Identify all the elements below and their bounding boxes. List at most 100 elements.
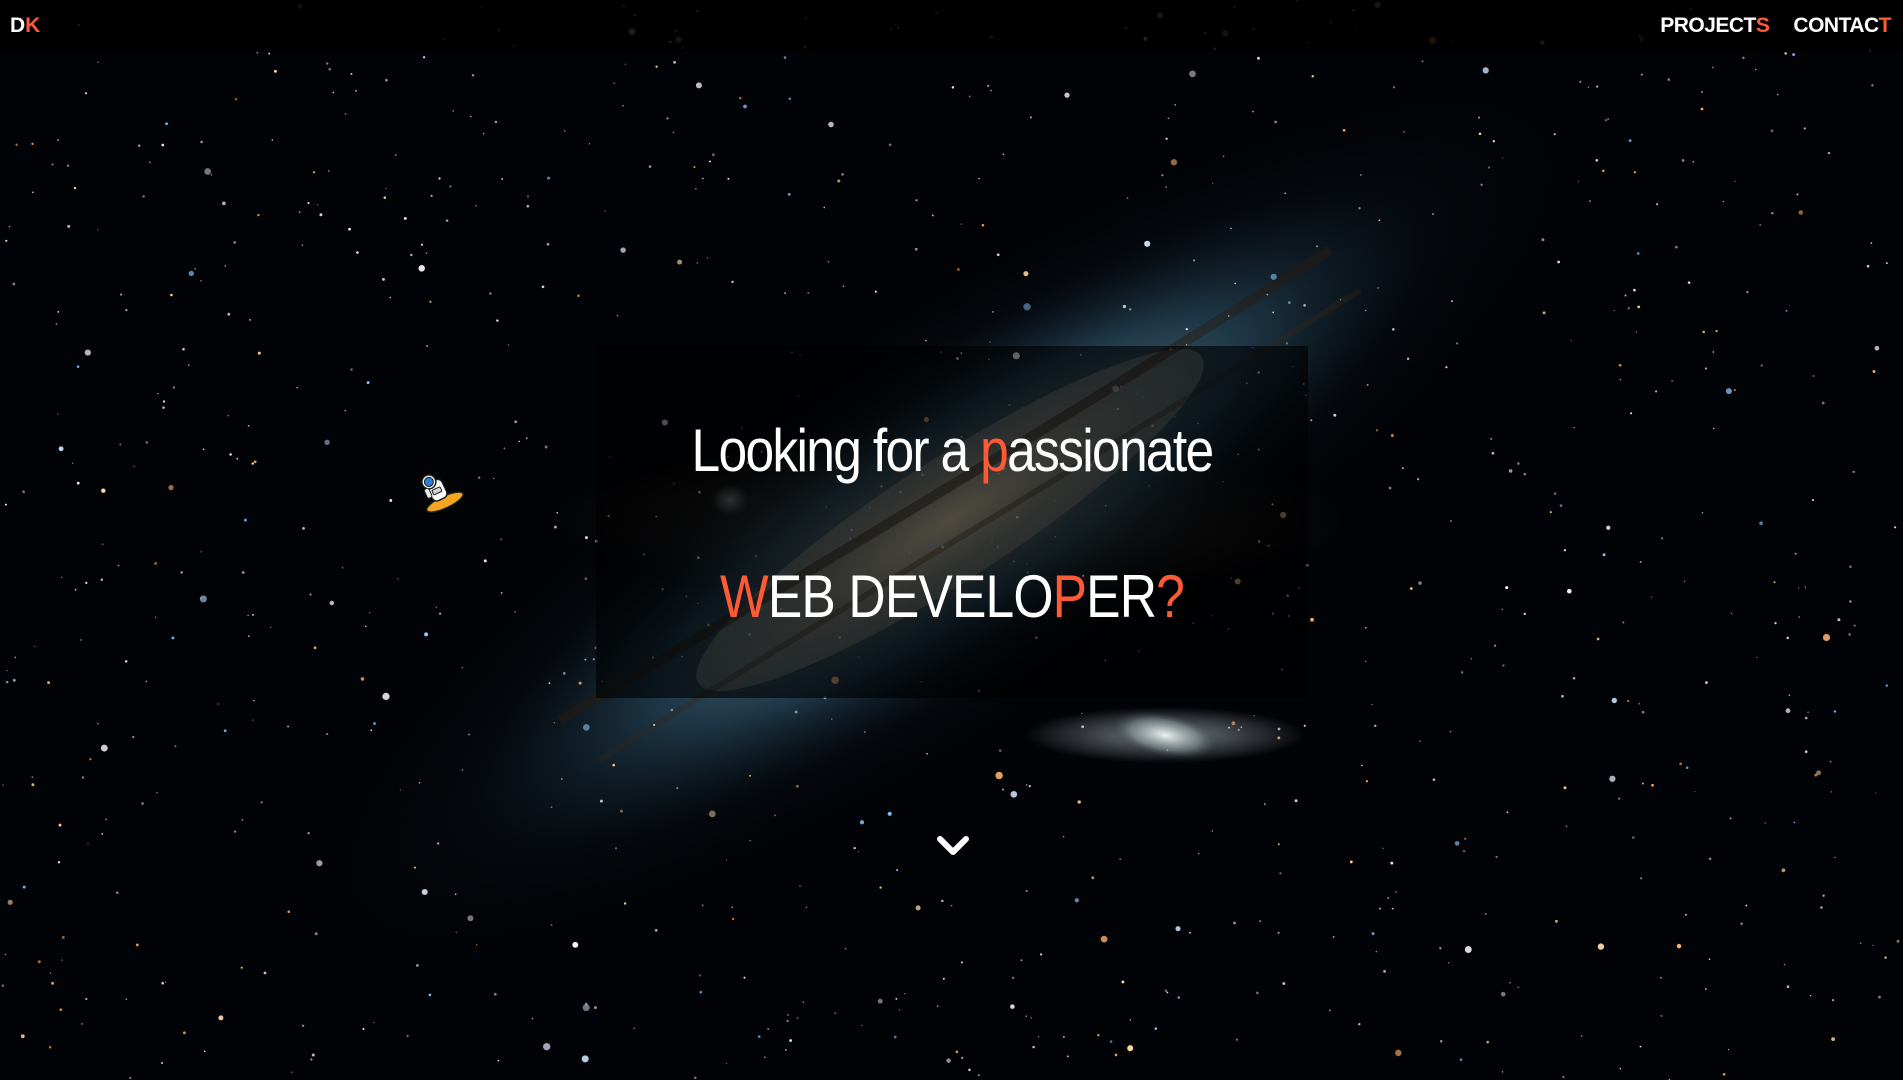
star [310,1058,313,1061]
star [991,310,994,313]
star [767,1028,770,1031]
star [834,1012,837,1015]
star [1627,306,1631,310]
star [364,625,367,628]
star [1233,921,1236,925]
star [8,225,11,228]
star [1692,160,1695,163]
star [455,931,457,934]
star [307,831,310,835]
star [468,733,470,736]
star [119,443,122,446]
star [981,223,985,227]
star [217,703,219,705]
star [1166,991,1169,994]
star [548,682,551,685]
star [1020,959,1023,962]
logo[interactable]: DK [10,14,40,38]
hero-headline-accent: p [980,417,1009,484]
star [241,818,244,821]
star [227,312,231,316]
star [731,906,734,909]
star [132,735,135,739]
star [350,72,353,75]
star [251,462,254,465]
star [796,784,799,788]
star [726,1062,728,1064]
star [1174,103,1177,106]
star [1734,180,1736,183]
star [1391,328,1395,331]
star [31,776,34,779]
star [1222,155,1225,158]
star [385,187,387,190]
star [5,239,8,242]
star [987,84,990,87]
nav-link-contact[interactable]: CONTACT [1793,14,1891,38]
star [1395,891,1397,893]
star [1464,837,1466,840]
star [783,56,787,59]
star [497,1059,500,1062]
star [397,578,399,580]
star [546,242,550,246]
star [415,963,419,967]
star [20,1034,25,1039]
star [859,820,865,825]
star [51,981,55,985]
star [1360,174,1362,176]
star [1704,988,1707,990]
star [1875,792,1877,794]
star [324,439,330,445]
star [857,850,860,853]
star [787,193,791,196]
star [1700,107,1704,111]
star [233,830,237,833]
star [1501,1071,1504,1073]
star [915,199,918,202]
star [1028,784,1031,788]
star [1541,238,1545,242]
star [57,413,59,415]
star [229,453,232,456]
star [599,799,603,803]
star [1712,351,1715,353]
star [1228,726,1230,729]
star [1572,676,1576,680]
star [1164,989,1168,993]
star [210,174,213,176]
hero-title-text-1: EB DEVELO [767,563,1054,630]
star [1627,699,1630,703]
star [243,518,247,522]
nav-link-projects[interactable]: PROJECTS [1660,14,1770,38]
star [200,140,203,144]
scroll-down-button[interactable] [933,828,973,864]
star [1175,926,1181,932]
star [1553,133,1556,136]
star [615,847,617,849]
star [125,308,128,312]
star [50,972,52,974]
star [990,89,992,92]
star [592,658,595,661]
star [1660,537,1664,540]
star [445,219,449,222]
star [1459,1058,1463,1062]
star [955,1050,959,1054]
star [672,131,675,134]
star [1339,298,1342,301]
star [1500,991,1506,997]
star [1029,116,1032,119]
star [1154,1027,1158,1030]
star [467,915,474,922]
star [1618,363,1622,367]
star [1671,380,1674,383]
star [326,733,329,736]
star [1885,262,1888,265]
star [514,420,518,424]
star [1618,797,1621,800]
star [1285,342,1288,345]
star [1774,621,1777,625]
star [332,91,335,94]
star [135,943,139,947]
